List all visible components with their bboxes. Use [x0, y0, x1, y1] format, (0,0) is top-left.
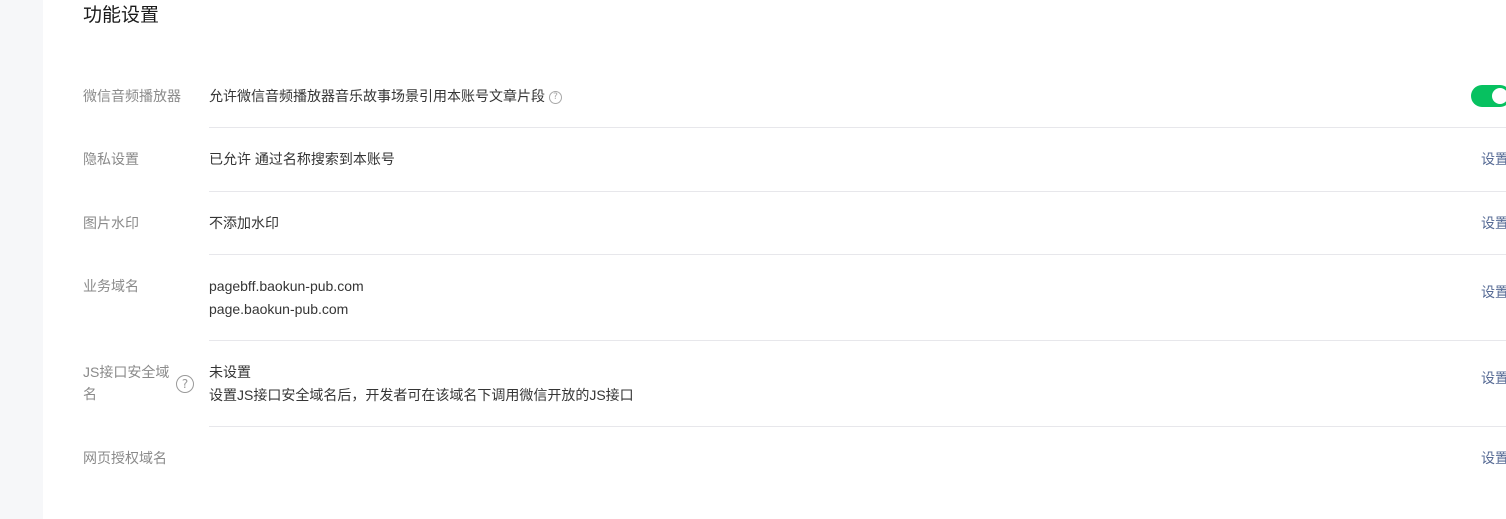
audio-player-toggle[interactable]	[1471, 85, 1506, 107]
watermark-settings-link[interactable]: 设置	[1481, 212, 1506, 234]
setting-label: 业务域名	[83, 278, 139, 294]
setting-label: 网页授权域名	[83, 450, 167, 466]
setting-value: 未设置 设置JS接口安全域名后，开发者可在该域名下调用微信开放的JS接口	[209, 361, 634, 407]
domain-item: pagebff.baokun-pub.com	[209, 278, 364, 294]
business-domain-settings-link[interactable]: 设置	[1481, 281, 1506, 303]
oauth-domain-settings-link[interactable]: 设置	[1481, 447, 1506, 469]
row-divider	[209, 127, 1506, 128]
page-title: 功能设置	[83, 5, 160, 26]
setting-status: 未设置	[209, 364, 251, 380]
left-sidebar-rail	[0, 0, 43, 519]
privacy-settings-link[interactable]: 设置	[1481, 148, 1506, 170]
question-circle-icon[interactable]: ?	[176, 375, 194, 393]
setting-description: 允许微信音频播放器音乐故事场景引用本账号文章片段	[209, 88, 545, 104]
setting-label: JS接口安全域 名	[83, 361, 169, 405]
setting-value: 允许微信音频播放器音乐故事场景引用本账号文章片段?	[209, 85, 562, 108]
toggle-knob	[1492, 88, 1506, 104]
setting-value: 不添加水印	[209, 215, 279, 231]
setting-label-line: 名	[83, 386, 97, 402]
row-divider	[209, 254, 1506, 255]
js-domain-settings-link[interactable]: 设置	[1481, 367, 1506, 389]
setting-label: 图片水印	[83, 215, 139, 231]
setting-label: 微信音频播放器	[83, 88, 181, 104]
setting-label-line: JS接口安全域	[83, 364, 170, 380]
domain-list: pagebff.baokun-pub.com page.baokun-pub.c…	[209, 275, 364, 321]
domain-item: page.baokun-pub.com	[209, 301, 349, 317]
row-divider	[209, 426, 1506, 427]
settings-panel: 功能设置 微信音频播放器 允许微信音频播放器音乐故事场景引用本账号文章片段? 隐…	[43, 0, 1506, 519]
question-circle-icon[interactable]: ?	[549, 90, 562, 104]
setting-label: 隐私设置	[83, 151, 139, 167]
row-divider	[209, 340, 1506, 341]
setting-description: 设置JS接口安全域名后，开发者可在该域名下调用微信开放的JS接口	[209, 387, 634, 403]
setting-value: 已允许 通过名称搜索到本账号	[209, 151, 395, 167]
row-divider	[209, 191, 1506, 192]
